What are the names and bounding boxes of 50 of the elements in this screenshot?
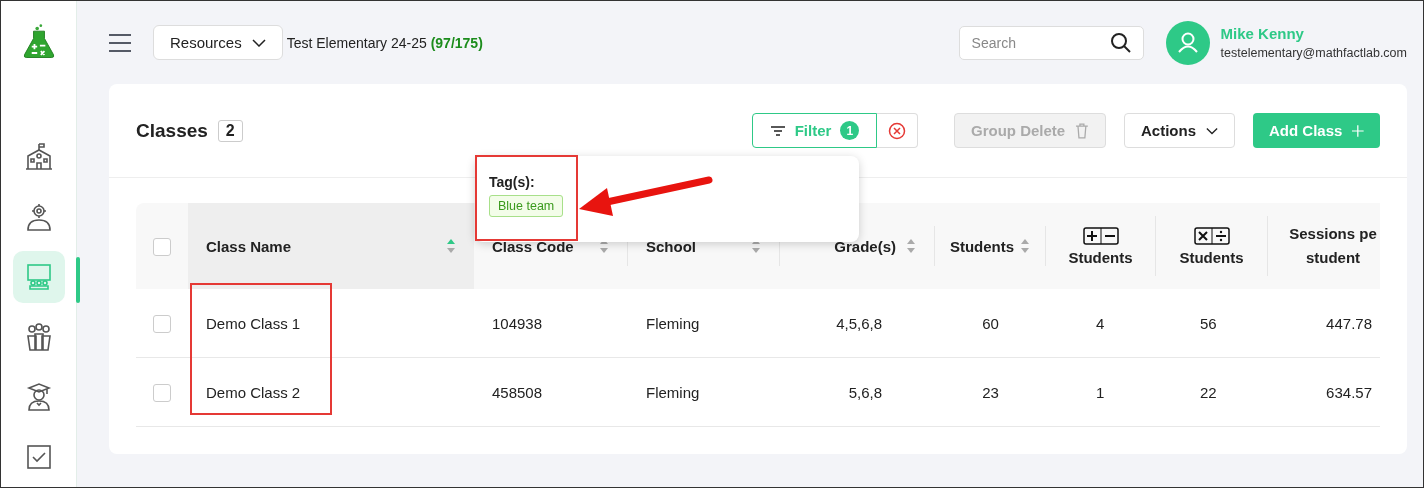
table-cell: Demo Class 2 — [206, 383, 301, 401]
table-cell: 5,6,8 — [848, 383, 882, 401]
actions-dropdown[interactable]: Actions — [1124, 113, 1235, 148]
table-cell: Demo Class 1 — [206, 314, 301, 332]
table-cell: Fleming — [646, 383, 700, 401]
page-title: Classes — [136, 119, 208, 142]
row-checkbox[interactable] — [153, 383, 171, 402]
school-name: Test Elementary 24-25 (97/175) — [286, 34, 483, 51]
column-header[interactable]: School — [646, 237, 696, 255]
filter-icon — [769, 124, 786, 137]
tag-chip: Blue team — [489, 195, 564, 217]
column-header[interactable]: Students — [949, 237, 1015, 255]
row-checkbox[interactable] — [153, 314, 171, 333]
table-cell: 1 — [1096, 383, 1105, 401]
plus-minus-icon — [1082, 226, 1119, 245]
menu-icon[interactable] — [109, 33, 131, 52]
chevron-down-icon — [251, 38, 266, 47]
table-cell: 60 — [982, 314, 999, 332]
clear-filter-button[interactable] — [877, 113, 918, 148]
resources-dropdown[interactable]: Resources — [153, 25, 283, 60]
table-cell: 23 — [982, 383, 999, 401]
table-cell: 458508 — [492, 383, 543, 401]
filter-count-badge: 1 — [840, 121, 860, 140]
table-cell: 22 — [1200, 383, 1217, 401]
user-email: testelementary@mathfactlab.com — [1220, 46, 1407, 60]
search-field[interactable]: Search — [958, 25, 1144, 60]
clear-icon — [888, 121, 906, 140]
search-icon — [1109, 31, 1132, 54]
table-cell: 56 — [1200, 314, 1217, 332]
multiply-divide-icon — [1193, 226, 1230, 245]
column-header[interactable]: Students — [1179, 248, 1244, 266]
select-all-checkbox[interactable] — [153, 237, 171, 256]
chevron-down-icon — [1206, 126, 1218, 135]
tag-heading: Tag(s): — [489, 174, 535, 190]
table-cell: 4,5,6,8 — [836, 314, 882, 332]
active-indicator — [75, 257, 80, 304]
table-cell: Fleming — [646, 314, 700, 332]
column-header[interactable]: Grade(s) — [834, 237, 896, 255]
column-header[interactable]: Students — [1068, 248, 1133, 266]
table-cell: 634.57 — [1326, 383, 1372, 401]
column-header[interactable]: Class Code — [492, 237, 574, 255]
class-count: 2 — [217, 119, 243, 142]
user-name: Mike Kenny — [1220, 25, 1305, 42]
table-cell: 104938 — [492, 314, 543, 332]
trash-icon — [1075, 122, 1089, 139]
plus-icon — [1352, 123, 1364, 138]
table-cell: 4 — [1096, 314, 1105, 332]
column-header[interactable]: Class Name — [206, 237, 292, 255]
school-icon — [23, 142, 54, 173]
table-cell: 447.78 — [1326, 314, 1372, 332]
